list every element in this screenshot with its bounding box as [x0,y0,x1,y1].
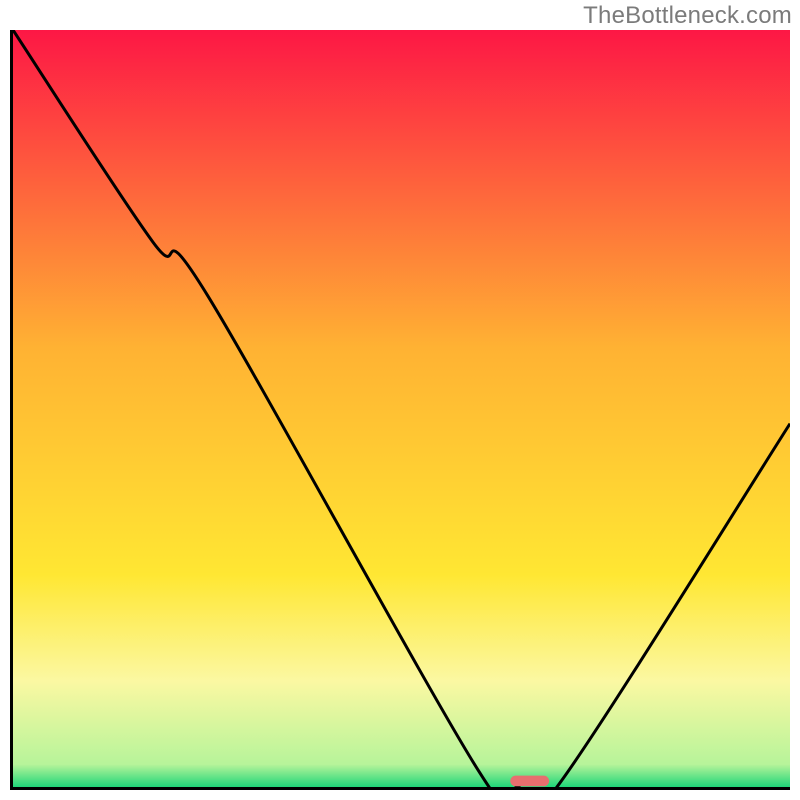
watermark-text: TheBottleneck.com [583,2,792,30]
plot-area [13,30,790,787]
optimum-marker [510,776,549,787]
curve-layer [13,30,790,787]
chart-canvas: TheBottleneck.com [0,0,800,800]
plot-frame [10,30,790,790]
bottleneck-curve [13,30,790,787]
